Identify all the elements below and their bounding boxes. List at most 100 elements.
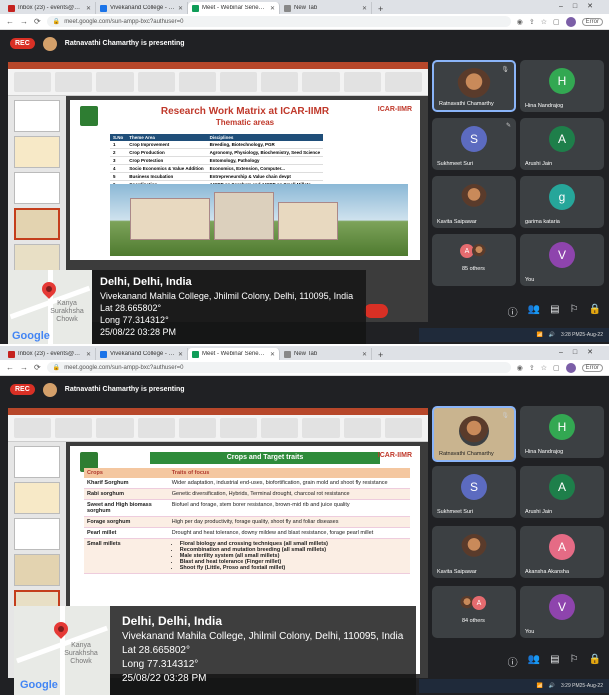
campus-photo [110, 184, 408, 256]
self-tile[interactable]: V You [520, 234, 604, 286]
participant-tile[interactable]: A Arushi Jain [520, 118, 604, 170]
participant-tile[interactable]: A Arushi Jain [520, 466, 604, 518]
avatar: S [461, 474, 487, 500]
participant-tile[interactable]: H Hina Nandrajog [520, 406, 604, 458]
forward-icon[interactable]: → [20, 363, 28, 372]
browser-tab-gmail[interactable]: Inbox (23) - events@viveksna...✕ [4, 348, 96, 360]
new-tab-button[interactable]: + [372, 350, 389, 360]
star-icon[interactable]: ☆ [541, 364, 547, 372]
window-controls[interactable]: –□✕ [559, 2, 603, 10]
screenshot-top: Inbox (23) - events@viveksna...✕ Vivekan… [0, 0, 609, 344]
participant-tile[interactable]: A Akansha Akansha [520, 526, 604, 578]
lock-icon: 🔒 [52, 19, 61, 25]
slide-thumbnail[interactable] [14, 554, 60, 586]
slide-thumbnail[interactable] [14, 446, 60, 478]
participant-tile[interactable]: 🎙 Ratnavathi Chamarthy [432, 406, 516, 462]
slide-thumbnail[interactable] [14, 518, 60, 550]
tab-label: Inbox (23) - events@viveksna... [18, 5, 83, 11]
browser-tab-meet[interactable]: Meet - Webinar Series 01/1...✕ [188, 348, 280, 360]
slide-thumbnail[interactable] [14, 172, 60, 204]
chat-icon[interactable]: ▤ [550, 304, 559, 319]
others-tile[interactable]: A 85 others [432, 234, 516, 286]
participant-tile[interactable]: 🎙 Ratnavathi Chamarthy [432, 60, 516, 112]
table-row: Small millets Floral biology and crossin… [84, 538, 410, 574]
browser-tab-calendar[interactable]: Vivekanand College - Calenda...✕ [96, 348, 188, 360]
browser-tab-newtab[interactable]: New Tab ✕ [280, 348, 372, 360]
participant-tile[interactable]: H Hina Nandrajog [520, 60, 604, 112]
profile-avatar[interactable] [565, 16, 576, 27]
browser-tab-gmail[interactable]: Inbox (23) - events@viveksna...✕ [4, 2, 96, 14]
error-button[interactable]: Error [581, 17, 603, 26]
close-icon[interactable]: ✕ [178, 351, 183, 358]
close-icon[interactable]: ✕ [270, 351, 275, 358]
map-pin-icon [51, 619, 71, 639]
reload-icon[interactable]: ⟳ [34, 17, 41, 26]
error-button[interactable]: Error [581, 363, 603, 372]
sidebar-icon[interactable]: ▢ [553, 364, 560, 372]
end-call-button[interactable] [364, 304, 388, 318]
close-icon[interactable]: ✕ [270, 5, 275, 12]
close-icon[interactable]: ✕ [362, 351, 367, 358]
forward-icon[interactable]: → [20, 17, 28, 26]
activities-icon[interactable]: ⚐ [570, 304, 579, 319]
slide-thumbnail[interactable] [14, 482, 60, 514]
star-icon[interactable]: ☆ [541, 18, 547, 26]
avatar: g [549, 184, 575, 210]
chat-icon[interactable]: ▤ [550, 654, 559, 669]
profile-avatar[interactable] [565, 362, 576, 373]
back-icon[interactable]: ← [6, 363, 14, 372]
url-field[interactable]: 🔒 meet.google.com/sun-ampp-bxc?authuser=0 [46, 362, 511, 373]
slide-subtitle: Thematic areas [215, 118, 275, 127]
camera-icon[interactable]: ◉ [517, 364, 523, 372]
close-icon[interactable]: ✕ [362, 5, 367, 12]
participant-tile[interactable]: Kavita Saipawar [432, 176, 516, 228]
sidebar-icon[interactable]: ▢ [553, 18, 560, 26]
camera-icon[interactable]: ◉ [517, 18, 523, 26]
newtab-icon [284, 350, 291, 358]
info-icon[interactable]: ⓘ [508, 304, 518, 319]
participant-name: Ratnavathi Chamarthy [439, 101, 494, 107]
window-controls[interactable]: –□✕ [559, 348, 603, 356]
participant-tile[interactable]: S Sukhmeet Suri [432, 466, 516, 518]
volume-icon: 🔊 [548, 332, 556, 338]
extension-tray: ◉ ⇪ ☆ ▢ Error [517, 362, 603, 373]
participant-name: Sukhmeet Suri [437, 509, 474, 515]
slide-thumbnail[interactable] [14, 100, 60, 132]
participant-tile[interactable]: g garima kataria [520, 176, 604, 228]
avatar [461, 534, 487, 560]
browser-tab-calendar[interactable]: Vivekanand College - Calenda...✕ [96, 2, 188, 14]
others-tile[interactable]: A 84 others [432, 586, 516, 638]
meeting-controls: ⓘ 👥 ▤ ⚐ 🔒 [508, 654, 601, 669]
participant-name: Sukhmeet Suri [437, 161, 474, 167]
meet-icon [192, 4, 199, 12]
share-icon[interactable]: ⇪ [529, 364, 535, 372]
self-tile[interactable]: V You [520, 586, 604, 638]
info-icon[interactable]: ⓘ [508, 654, 518, 669]
back-icon[interactable]: ← [6, 17, 14, 26]
participant-name: Kavita Saipawar [437, 569, 477, 575]
slide-thumbnail-selected[interactable] [14, 208, 60, 240]
lock-icon[interactable]: 🔒 [589, 654, 601, 669]
participant-name: Akansha Akansha [525, 569, 570, 575]
browser-tab-meet[interactable]: Meet - Webinar Series 01/1...✕ [188, 2, 280, 14]
lock-icon[interactable]: 🔒 [589, 304, 601, 319]
new-tab-button[interactable]: + [372, 4, 389, 14]
url-field[interactable]: 🔒 meet.google.com/sun-ampp-bxc?authuser=0 [46, 16, 511, 27]
windows-taskbar: 📶 🔊 3:29 PM25-Aug-22 [419, 679, 609, 693]
participants-icon[interactable]: 👥 [528, 654, 540, 669]
close-icon[interactable]: ✕ [86, 351, 91, 358]
reload-icon[interactable]: ⟳ [34, 363, 41, 372]
slide-title: Research Work Matrix at ICAR-IIMR [160, 106, 330, 117]
table-row: 2 Crop Production Agronomy, Physiology, Bi… [110, 148, 324, 157]
gps-info: Delhi, Delhi, India Vivekanand Mahila Co… [122, 614, 404, 684]
close-icon[interactable]: ✕ [86, 5, 91, 12]
participant-tile[interactable]: Kavita Saipawar [432, 526, 516, 578]
participants-icon[interactable]: 👥 [528, 304, 540, 319]
slide-thumbnail[interactable] [14, 136, 60, 168]
browser-tab-newtab[interactable]: New Tab ✕ [280, 2, 372, 14]
participant-tile[interactable]: S ✎ Sukhmeet Suri [432, 118, 516, 170]
share-icon[interactable]: ⇪ [529, 18, 535, 26]
activities-icon[interactable]: ⚐ [570, 654, 579, 669]
map-place-label: Kanya Surakhsha Chowk [50, 300, 84, 323]
close-icon[interactable]: ✕ [178, 5, 183, 12]
